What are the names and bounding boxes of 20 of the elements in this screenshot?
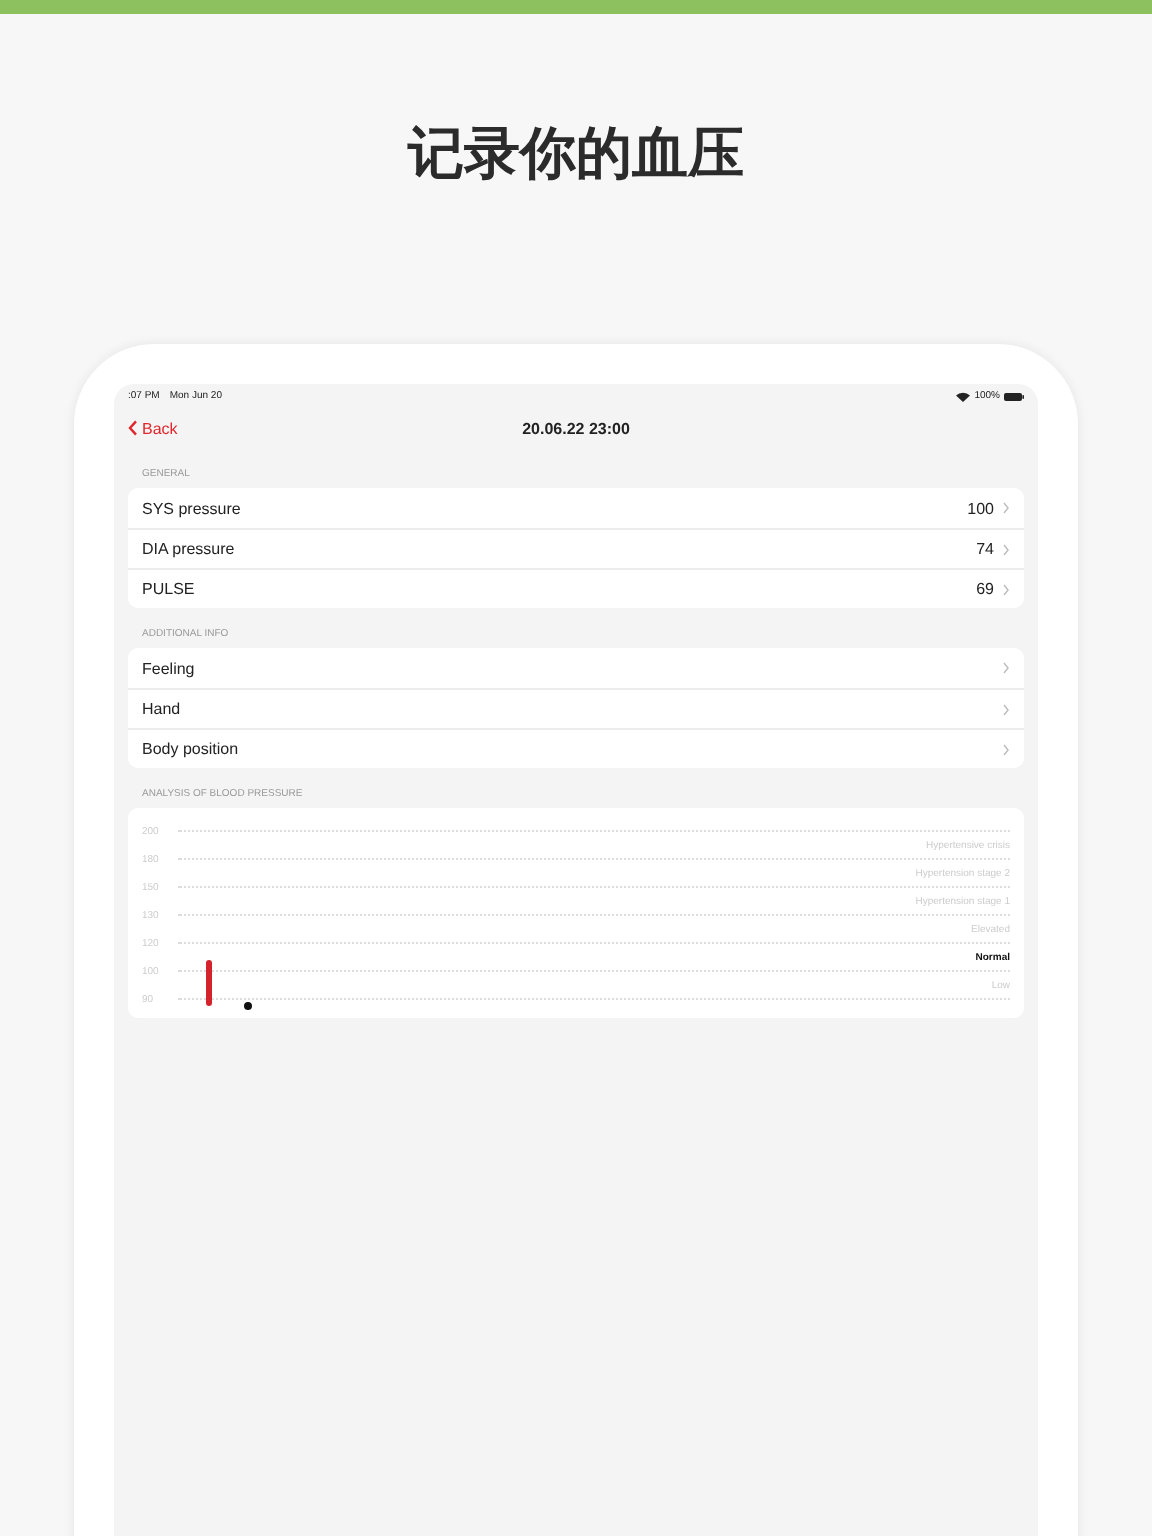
list-row[interactable]: DIA pressure 74	[128, 528, 1024, 568]
list-row[interactable]: PULSE 69	[128, 568, 1024, 608]
list-row[interactable]: SYS pressure 100	[128, 488, 1024, 528]
list-row[interactable]: Body position	[128, 728, 1024, 768]
headline: 记录你的血压	[405, 120, 746, 188]
chevron-icon	[1002, 583, 1010, 595]
back-button[interactable]: Back	[128, 419, 178, 437]
chevron-icon	[1002, 703, 1010, 715]
chevron-icon	[1002, 502, 1010, 514]
chevron-icon	[1002, 662, 1010, 674]
battery-icon	[1004, 391, 1024, 401]
pressure-bar	[206, 960, 212, 1006]
wifi-icon	[956, 391, 971, 401]
chevron-icon	[1002, 543, 1010, 555]
pulse-dot	[244, 1002, 252, 1010]
list-row[interactable]: Feeling	[128, 648, 1024, 688]
list-row[interactable]: Hand	[128, 688, 1024, 728]
chevron-icon	[1002, 743, 1010, 755]
nav-title: 20.06.22 23:00	[522, 419, 630, 437]
chevron-left-icon	[128, 420, 138, 436]
